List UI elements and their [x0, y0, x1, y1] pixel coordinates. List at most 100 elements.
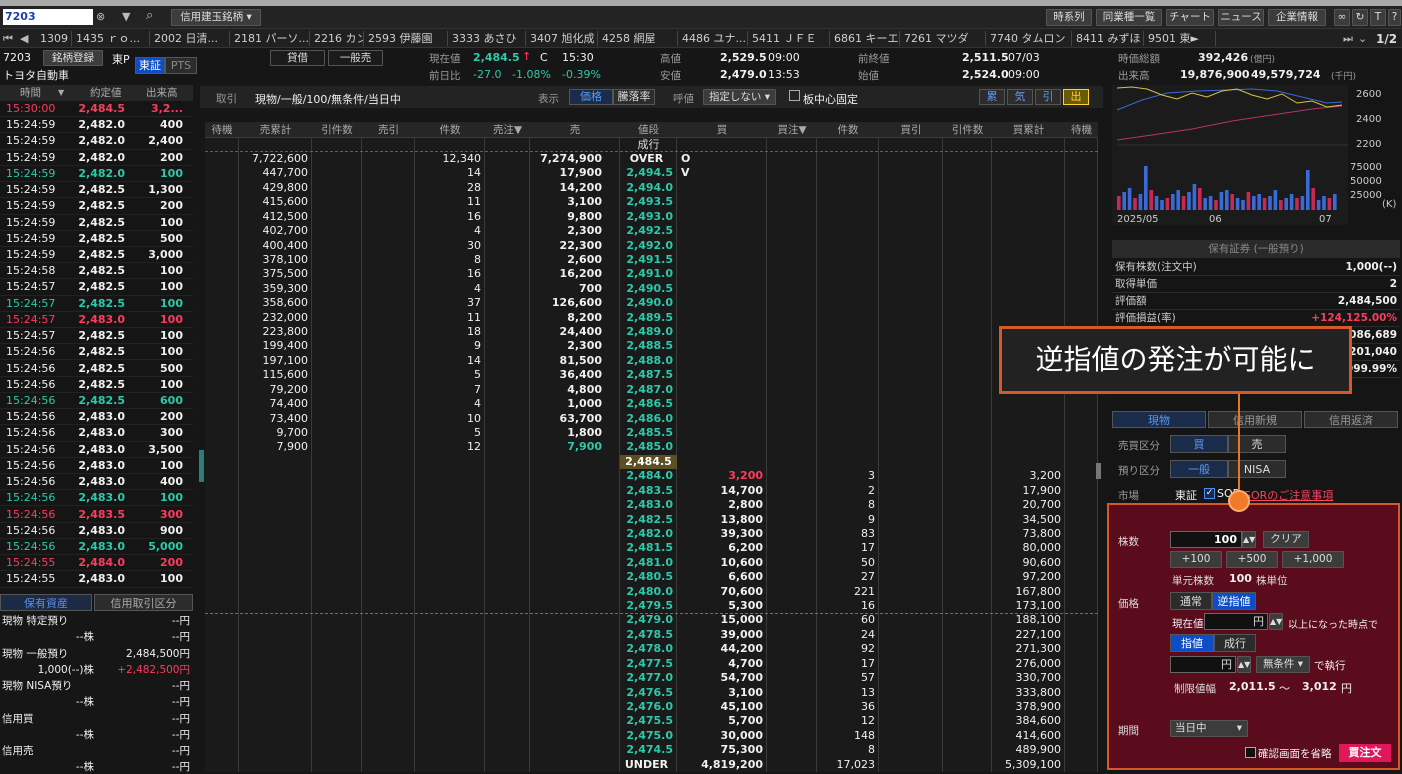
price-mode-select[interactable]: 指定しない ▾ — [703, 89, 776, 105]
orderbook-price[interactable]: 2,486.0 — [620, 412, 673, 426]
ticker-item[interactable]: 2216 カンロ — [310, 31, 364, 46]
stop-order-toggle[interactable]: 逆指値 — [1212, 592, 1256, 610]
news-button[interactable]: ニュース — [1218, 9, 1264, 26]
account-general-toggle[interactable]: 一般 — [1170, 460, 1228, 478]
orderbook-price[interactable]: 2,478.0 — [620, 642, 673, 656]
orderbook-price[interactable]: 2,475.5 — [620, 714, 673, 728]
stock-search-input[interactable]: 7203 — [3, 9, 93, 25]
orderbook-price[interactable]: 2,481.5 — [620, 541, 673, 555]
buy-quantity[interactable]: 3,100 — [677, 686, 763, 700]
buy-quantity[interactable]: 15,000 — [677, 613, 763, 627]
orderbook-price[interactable]: OVER — [620, 152, 673, 166]
sor-checkbox[interactable]: ✓ — [1204, 488, 1215, 499]
buy-quantity[interactable]: 2,800 — [677, 498, 763, 512]
normal-order-toggle[interactable]: 通常 — [1170, 592, 1212, 610]
sell-quantity[interactable]: 1,800 — [530, 426, 602, 440]
buy-quantity[interactable]: 5,300 — [677, 599, 763, 613]
search-icon[interactable]: ⌕ — [146, 8, 153, 24]
sort-icon[interactable]: ▼ — [58, 85, 64, 101]
orderbook-price[interactable]: 2,488.0 — [620, 354, 673, 368]
qty-add-1000-button[interactable]: +1,000 — [1282, 551, 1344, 568]
qty-add-100-button[interactable]: +100 — [1170, 551, 1222, 568]
prev-page-icon[interactable]: ◀ — [20, 31, 28, 47]
ticker-item[interactable]: 4258 網屋 — [598, 31, 678, 46]
orderbook-price[interactable]: 2,486.5 — [620, 397, 673, 411]
orderbook-header[interactable]: 売注▼ — [485, 122, 530, 138]
ticker-item[interactable]: 6861 キーエ... — [830, 31, 900, 46]
account-nisa-toggle[interactable]: NISA — [1228, 460, 1286, 478]
mode-exec-button[interactable]: 出 — [1063, 89, 1089, 105]
sell-toggle[interactable]: 売 — [1228, 435, 1286, 453]
center-fix-checkbox[interactable] — [789, 90, 800, 101]
orderbook-price[interactable]: 2,476.5 — [620, 686, 673, 700]
buy-quantity[interactable]: 6,600 — [677, 570, 763, 584]
sell-quantity[interactable]: 63,700 — [530, 412, 602, 426]
orderbook-price[interactable]: 2,489.5 — [620, 311, 673, 325]
ticker-item[interactable]: 7740 タムロン — [986, 31, 1072, 46]
ticker-item[interactable]: 3333 あさひ — [448, 31, 526, 46]
market-order-toggle[interactable]: 成行 — [1214, 634, 1256, 652]
sell-quantity[interactable]: 700 — [530, 282, 602, 296]
sell-quantity[interactable]: 22,300 — [530, 239, 602, 253]
buy-quantity[interactable]: 39,300 — [677, 527, 763, 541]
orderbook-price[interactable]: 2,481.0 — [620, 556, 673, 570]
sell-quantity[interactable]: 7,274,900 — [530, 152, 602, 166]
tick-header-time[interactable]: 時間 — [20, 85, 41, 101]
sell-quantity[interactable]: 14,200 — [530, 181, 602, 195]
orderbook-price[interactable]: 2,487.0 — [620, 383, 673, 397]
sell-quantity[interactable]: 4,800 — [530, 383, 602, 397]
orderbook-price[interactable]: 2,493.0 — [620, 210, 673, 224]
orderbook-price[interactable]: 2,487.5 — [620, 368, 673, 382]
register-stock-button[interactable]: 銘柄登録 — [43, 50, 103, 66]
buy-quantity[interactable]: 3,200 — [677, 469, 763, 483]
buy-quantity[interactable]: 54,700 — [677, 671, 763, 685]
company-info-button[interactable]: 企業情報 — [1268, 9, 1326, 26]
trigger-price-input[interactable]: 円 — [1204, 613, 1268, 630]
orderbook-header[interactable]: 買注▼ — [767, 122, 817, 138]
orderbook-price[interactable]: 2,475.0 — [620, 729, 673, 743]
orderbook-price[interactable]: 2,492.0 — [620, 239, 673, 253]
link-icon[interactable]: ∞ — [1334, 9, 1350, 26]
sell-quantity[interactable]: 2,300 — [530, 224, 602, 238]
ticker-item[interactable]: 7261 マツダ — [900, 31, 986, 46]
qty-stepper[interactable]: ▲▼ — [1242, 531, 1256, 548]
ticker-item[interactable]: 4486 ユナ... — [678, 31, 748, 46]
qty-input[interactable]: 100 — [1170, 531, 1242, 548]
mode-cumulative-button[interactable]: 累 — [979, 89, 1005, 105]
buy-quantity[interactable]: 14,700 — [677, 484, 763, 498]
sell-quantity[interactable]: 1,000 — [530, 397, 602, 411]
general-sell-button[interactable]: 一般売 — [328, 50, 383, 66]
scroll-handle[interactable] — [199, 450, 204, 482]
sell-quantity[interactable]: 3,100 — [530, 195, 602, 209]
orderbook-price[interactable]: 2,480.0 — [620, 585, 673, 599]
qty-add-500-button[interactable]: +500 — [1226, 551, 1278, 568]
sell-quantity[interactable]: 9,800 — [530, 210, 602, 224]
chart-button[interactable]: チャート — [1166, 9, 1214, 26]
buy-quantity[interactable]: 39,000 — [677, 628, 763, 642]
orderbook-price[interactable]: 2,480.5 — [620, 570, 673, 584]
limit-order-toggle[interactable]: 指値 — [1170, 634, 1214, 652]
scroll-handle-right[interactable] — [1096, 463, 1101, 479]
next-page-icon[interactable]: ⏭ — [1343, 31, 1353, 47]
buy-quantity[interactable]: 75,300 — [677, 743, 763, 757]
orderbook-price[interactable]: 2,494.5 — [620, 166, 673, 180]
first-page-icon[interactable]: ⏮ — [3, 31, 13, 47]
tab-margin-new[interactable]: 信用新規 — [1208, 411, 1302, 428]
orderbook-price[interactable]: 2,485.0 — [620, 440, 673, 454]
orderbook-price[interactable]: 2,488.5 — [620, 339, 673, 353]
clear-button[interactable]: クリア — [1263, 531, 1309, 548]
sell-quantity[interactable]: 17,900 — [530, 166, 602, 180]
orderbook-price[interactable]: 2,479.0 — [620, 613, 673, 627]
ticker-item[interactable]: 2593 伊藤園 — [364, 31, 448, 46]
tab-price[interactable]: 価格 — [569, 89, 613, 105]
ticker-item[interactable]: 1435 ｒｏ... — [72, 31, 150, 46]
borrow-button[interactable]: 貸借 — [270, 50, 325, 66]
trigger-stepper[interactable]: ▲▼ — [1269, 613, 1283, 630]
orderbook-price[interactable]: 2,476.0 — [620, 700, 673, 714]
ticker-item[interactable]: 2181 パーソ... — [230, 31, 310, 46]
orderbook-price[interactable]: 2,484.0 — [620, 469, 673, 483]
buy-quantity[interactable]: 10,600 — [677, 556, 763, 570]
text-icon[interactable]: T — [1370, 9, 1386, 26]
ticker-item[interactable]: 3407 旭化成 — [526, 31, 598, 46]
ticker-item[interactable]: 2002 日清... — [150, 31, 230, 46]
